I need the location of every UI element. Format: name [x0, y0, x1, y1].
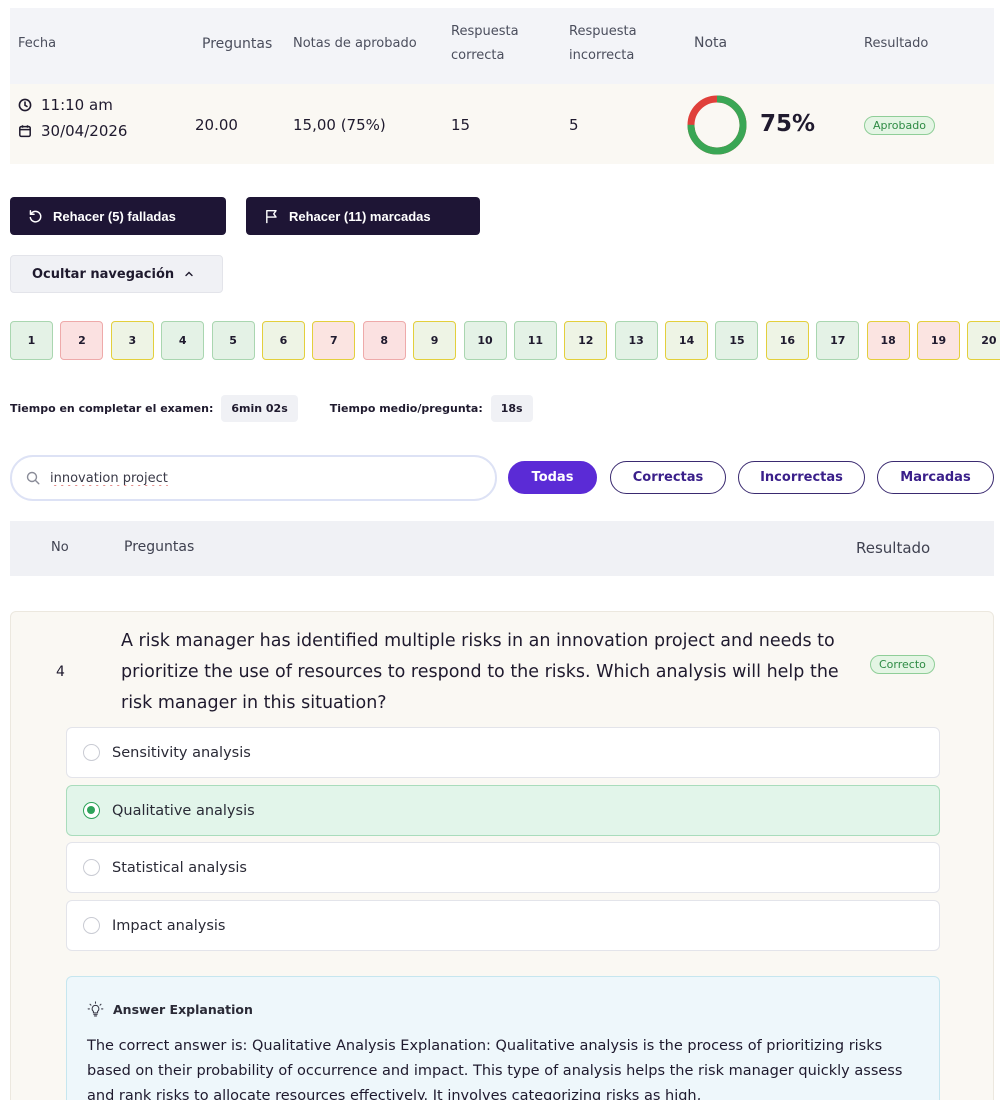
- result-badge: Aprobado: [864, 116, 935, 135]
- header-fecha: Fecha: [18, 36, 57, 51]
- flag-icon: [264, 209, 279, 224]
- question-nav-9[interactable]: 9: [413, 321, 457, 360]
- question-nav-15[interactable]: 15: [715, 321, 759, 360]
- question-nav-8[interactable]: 8: [362, 321, 406, 360]
- question-card: 4 A risk manager has identified multiple…: [10, 611, 994, 1100]
- chevron-up-icon: [184, 269, 194, 279]
- radio-button[interactable]: [83, 917, 100, 934]
- question-nav-10[interactable]: 10: [463, 321, 507, 360]
- question-result-badge: Correcto: [870, 655, 935, 674]
- question-nav-16[interactable]: 16: [765, 321, 809, 360]
- summary-data-row: 11:10 am 30/04/2026 20.00 15,00 (75%) 15…: [10, 84, 994, 164]
- average-time-label: Tiempo medio/pregunta:: [329, 402, 483, 415]
- redo-failed-button[interactable]: Rehacer (5) falladas: [10, 197, 226, 235]
- question-text: A risk manager has identified multiple r…: [121, 631, 839, 713]
- answer-option-label: Impact analysis: [112, 917, 226, 934]
- question-nav-7[interactable]: 7: [312, 321, 356, 360]
- question-nav-5[interactable]: 5: [211, 321, 255, 360]
- refresh-icon: [28, 209, 43, 224]
- header-respuesta-incorrecta: Respuesta incorrecta: [569, 24, 637, 63]
- attempt-date: 30/04/2026: [41, 122, 128, 140]
- question-nav-1[interactable]: 1: [10, 321, 53, 360]
- column-preguntas: Preguntas: [124, 539, 195, 555]
- redo-flagged-label: Rehacer (11) marcadas: [289, 208, 431, 224]
- results-summary-table: Fecha Preguntas Notas de aprobado Respue…: [10, 8, 994, 164]
- filter-correct-button[interactable]: Correctas: [610, 461, 726, 494]
- total-time-value: 6min 02s: [221, 395, 298, 422]
- answer-option-label: Statistical analysis: [112, 859, 247, 876]
- attempt-time: 11:10 am: [41, 96, 113, 114]
- question-nav-17[interactable]: 17: [816, 321, 860, 360]
- question-nav-14[interactable]: 14: [665, 321, 709, 360]
- filter-flagged-button[interactable]: Marcadas: [877, 461, 994, 494]
- question-nav-18[interactable]: 18: [866, 321, 910, 360]
- question-nav-20[interactable]: 20: [967, 321, 1000, 360]
- filter-all-button[interactable]: Todas: [508, 461, 597, 494]
- answer-option-selected[interactable]: Qualitative analysis: [66, 785, 940, 836]
- header-resultado: Resultado: [864, 36, 929, 51]
- questions-table-header: No Preguntas Resultado: [10, 521, 994, 576]
- answer-option[interactable]: Impact analysis: [66, 900, 940, 951]
- total-time-label: Tiempo en completar el examen:: [10, 402, 214, 415]
- search-box: [10, 455, 497, 501]
- search-input[interactable]: [50, 470, 470, 486]
- header-respuesta-correcta: Respuesta correcta: [451, 24, 519, 63]
- calendar-icon: [18, 124, 32, 138]
- value-correctas: 15: [451, 116, 471, 134]
- toggle-navigation-button[interactable]: Ocultar navegación: [10, 255, 223, 293]
- question-nav-2[interactable]: 2: [60, 321, 104, 360]
- radio-button-checked[interactable]: [83, 802, 100, 819]
- header-preguntas: Preguntas: [202, 36, 273, 52]
- explanation-title: Answer Explanation: [113, 1002, 253, 1017]
- answer-option-label: Qualitative analysis: [112, 802, 255, 819]
- question-nav-4[interactable]: 4: [161, 321, 205, 360]
- header-nota: Nota: [694, 35, 728, 51]
- radio-button[interactable]: [83, 859, 100, 876]
- lightbulb-icon: [87, 1001, 104, 1018]
- value-incorrectas: 5: [569, 116, 579, 134]
- question-nav-13[interactable]: 13: [614, 321, 658, 360]
- explanation-text: The correct answer is: Qualitative Analy…: [87, 1038, 903, 1100]
- question-nav-19[interactable]: 19: [917, 321, 961, 360]
- radio-button[interactable]: [83, 744, 100, 761]
- answer-option[interactable]: Sensitivity analysis: [66, 727, 940, 778]
- value-preguntas: 20.00: [195, 116, 238, 134]
- header-notas-aprobado: Notas de aprobado: [293, 36, 417, 51]
- question-nav-6[interactable]: 6: [261, 321, 305, 360]
- question-navigation: 1 2 3 4 5 6 7 8 9 10 11 12 13 14 15 16 17 18 19 20: [10, 321, 1000, 360]
- question-nav-3[interactable]: 3: [110, 321, 154, 360]
- column-resultado: Resultado: [856, 539, 931, 557]
- search-icon: [26, 471, 40, 485]
- value-notas-aprobado: 15,00 (75%): [293, 116, 386, 134]
- answer-option-label: Sensitivity analysis: [112, 744, 251, 761]
- filter-incorrect-button[interactable]: Incorrectas: [738, 461, 865, 494]
- answer-option[interactable]: Statistical analysis: [66, 842, 940, 893]
- answer-explanation-panel: Answer Explanation The correct answer is…: [66, 976, 940, 1100]
- attempt-datetime: 11:10 am 30/04/2026: [18, 96, 127, 140]
- clock-icon: [18, 98, 32, 112]
- question-number: 4: [56, 664, 65, 680]
- column-no: No: [51, 540, 69, 555]
- score-gauge: [686, 94, 748, 156]
- average-time-value: 18s: [490, 395, 533, 422]
- redo-failed-label: Rehacer (5) falladas: [53, 208, 176, 224]
- question-nav-12[interactable]: 12: [564, 321, 608, 360]
- question-nav-11[interactable]: 11: [513, 321, 557, 360]
- toggle-navigation-label: Ocultar navegación: [32, 266, 175, 282]
- score-percent: 75%: [760, 111, 816, 137]
- summary-header-row: Fecha Preguntas Notas de aprobado Respue…: [10, 8, 994, 84]
- timing-info: Tiempo en completar el examen: 6min 02s …: [10, 395, 533, 422]
- redo-flagged-button[interactable]: Rehacer (11) marcadas: [246, 197, 480, 235]
